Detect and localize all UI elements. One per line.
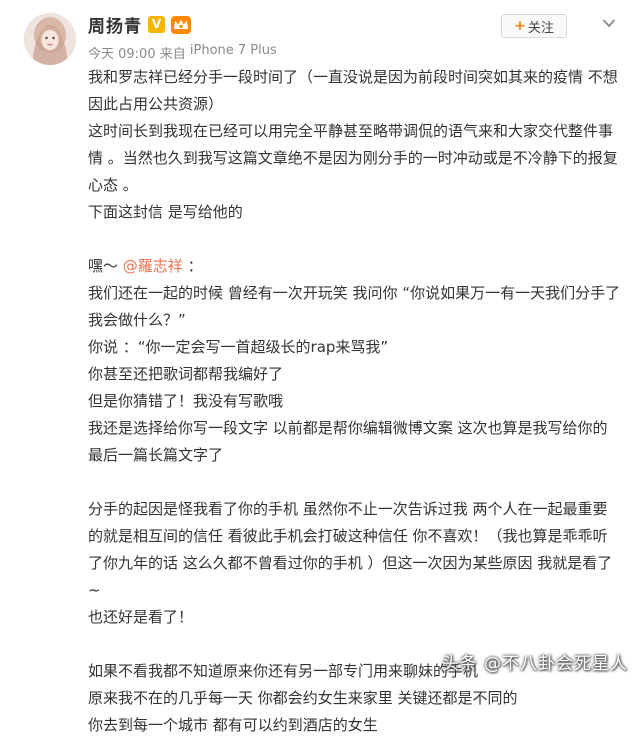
post-time: 今天 09:00	[88, 47, 156, 62]
body-line: 你甚至还把歌词都帮我编好了	[88, 365, 284, 383]
body-line: 的就是相互间的信任 看彼此手机会打破这种信任 你不喜欢！（我也算是乖乖听	[88, 527, 608, 545]
body-line: 原来我不在的几乎每一天 你都会约女生来家里 关键还都是不同的	[88, 689, 518, 707]
post-header: 周扬青 V 今天 09:00 来自 iPhone 7 Plus + 关注	[0, 0, 640, 70]
post-source-prefix: 来自	[155, 47, 190, 62]
username[interactable]: 周扬青	[88, 12, 142, 37]
body-line: 我还是选择给你写一段文字 以前都是帮你编辑微博文案 这次也算是我写给你的	[88, 419, 608, 437]
body-line: 心态 。	[88, 176, 138, 194]
greeting-prefix: 嘿～	[88, 257, 123, 275]
chevron-down-icon[interactable]	[602, 18, 616, 28]
body-line: 我和罗志祥已经分手一段时间了（一直没说是因为前段时间突如其来的疫情 不想	[88, 68, 618, 86]
body-line: 情 。当然也久到我写这篇文章绝不是因为刚分手的一时冲动或是不冷静下的报复	[88, 149, 618, 167]
mention-link[interactable]: @羅志祥	[123, 257, 183, 275]
body-line: 最后一篇长篇文字了	[88, 446, 224, 464]
body-line: 也还好是看了！	[88, 608, 194, 626]
avatar[interactable]	[24, 13, 76, 65]
body-line: 我们还在一起的时候 曾经有一次开玩笑 我问你 “你说如果万一有一天我们分手了	[88, 284, 621, 302]
greeting-line: 嘿～ @羅志祥 ：	[88, 253, 636, 280]
watermark: 头条 @不八卦会死星人	[441, 654, 628, 674]
member-crown-icon	[171, 15, 191, 34]
body-line: 了你九年的话 这么久都不曾看过你的手机 ）但这一次因为某些原因 我就是看了	[88, 554, 613, 572]
body-line: 因此占用公共资源）	[88, 95, 224, 113]
greeting-suffix: ：	[182, 257, 203, 275]
vip-v-icon: V	[148, 16, 165, 33]
body-line: 你说 ：“你一定会写一首超级长的rap来骂我”	[88, 338, 389, 356]
body-line: 你去到每一个城市 都有可以约到酒店的女生	[88, 716, 378, 734]
body-line: 下面这封信 是写给他的	[88, 203, 243, 221]
body-line: 但是你猜错了！我没有写歌哦	[88, 392, 284, 410]
post-body: 我和罗志祥已经分手一段时间了（一直没说是因为前段时间突如其来的疫情 不想 因此占…	[88, 64, 636, 739]
follow-button[interactable]: + 关注	[501, 14, 567, 38]
follow-label: 关注	[527, 20, 554, 36]
plus-icon: +	[514, 18, 526, 34]
body-line: 这时间长到我现在已经可以用完全平静甚至略带调侃的语气来和大家交代整件事	[88, 122, 614, 140]
body-line: ~	[88, 581, 101, 599]
body-line: 分手的起因是怪我看了你的手机 虽然你不止一次告诉过我 两个人在一起最重要	[88, 500, 608, 518]
body-line: 我会做什么？”	[88, 311, 186, 329]
post-meta: 今天 09:00 来自 iPhone 7 Plus	[88, 43, 277, 62]
post-source-device[interactable]: iPhone 7 Plus	[190, 43, 277, 62]
